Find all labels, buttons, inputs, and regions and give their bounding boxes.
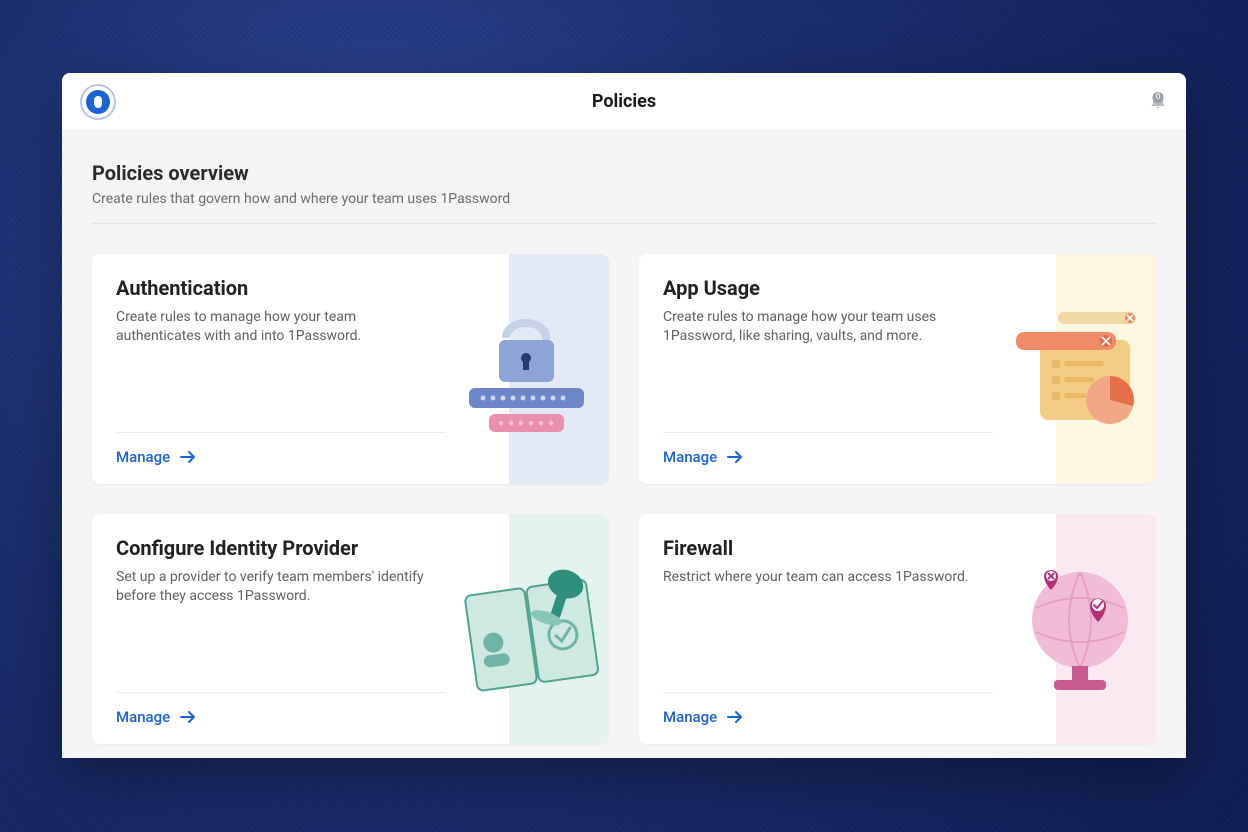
card-divider — [116, 692, 446, 693]
app-window: Policies 0 Policies overview Create rule… — [62, 73, 1186, 758]
notification-count-badge: 0 — [1153, 92, 1164, 103]
manage-authentication-link[interactable]: Manage — [116, 448, 196, 466]
arrow-right-icon — [180, 450, 196, 464]
overview-title: Policies overview — [92, 161, 1156, 185]
card-title: Firewall — [663, 536, 1132, 560]
card-app-usage[interactable]: App Usage Create rules to manage how you… — [639, 254, 1156, 484]
card-title: Authentication — [116, 276, 585, 300]
card-description: Create rules to manage how your team aut… — [116, 308, 436, 346]
topbar: Policies 0 — [62, 73, 1186, 131]
card-description: Set up a provider to verify team members… — [116, 568, 436, 606]
arrow-right-icon — [180, 710, 196, 724]
app-logo-icon[interactable] — [80, 84, 116, 120]
manage-label: Manage — [116, 708, 170, 726]
card-description: Create rules to manage how your team use… — [663, 308, 983, 346]
manage-firewall-link[interactable]: Manage — [663, 708, 743, 726]
card-divider — [663, 692, 993, 693]
card-firewall[interactable]: Firewall Restrict where your team can ac… — [639, 514, 1156, 744]
arrow-right-icon — [727, 710, 743, 724]
manage-label: Manage — [116, 448, 170, 466]
arrow-right-icon — [727, 450, 743, 464]
card-divider — [663, 432, 993, 433]
page-title: Policies — [62, 91, 1186, 112]
notifications-button[interactable]: 0 — [1148, 91, 1168, 113]
manage-label: Manage — [663, 708, 717, 726]
policy-cards-grid: Authentication Create rules to manage ho… — [92, 254, 1156, 744]
card-identity-provider[interactable]: Configure Identity Provider Set up a pro… — [92, 514, 609, 744]
manage-identity-provider-link[interactable]: Manage — [116, 708, 196, 726]
card-authentication[interactable]: Authentication Create rules to manage ho… — [92, 254, 609, 484]
manage-label: Manage — [663, 448, 717, 466]
card-description: Restrict where your team can access 1Pas… — [663, 568, 983, 587]
card-title: Configure Identity Provider — [116, 536, 585, 560]
manage-app-usage-link[interactable]: Manage — [663, 448, 743, 466]
main-content: Policies overview Create rules that gove… — [62, 131, 1186, 744]
card-title: App Usage — [663, 276, 1132, 300]
overview-subtitle: Create rules that govern how and where y… — [92, 191, 1156, 224]
card-divider — [116, 432, 446, 433]
